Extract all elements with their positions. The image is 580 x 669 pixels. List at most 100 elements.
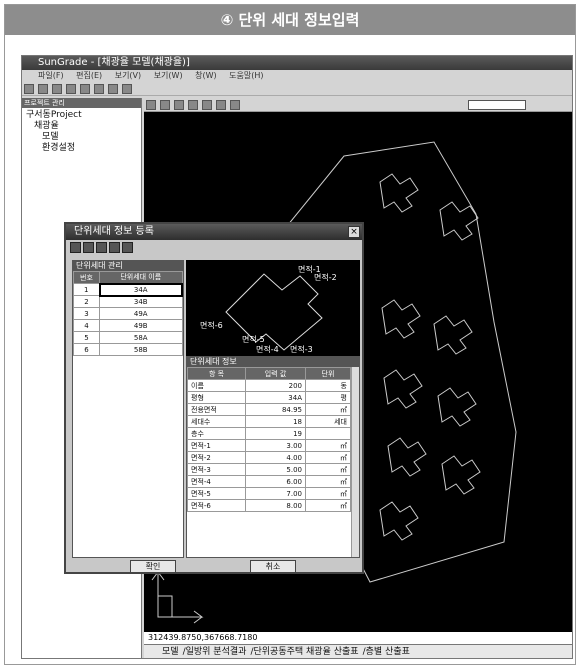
tab-floor-table[interactable]: 층별 산출표: [366, 647, 410, 657]
prop-row: 면적-6 8.00 ㎡: [187, 499, 351, 512]
tree-group[interactable]: 채광율: [26, 121, 137, 132]
prop-row: 면적-1 3.00 ㎡: [187, 439, 351, 452]
unit-row-no: 4: [73, 319, 100, 332]
grid-icon[interactable]: [216, 100, 226, 110]
area-label-3: 면적-3: [290, 344, 313, 354]
prop-row: 면적-2 4.00 ㎡: [187, 451, 351, 464]
save-icon[interactable]: [52, 84, 62, 94]
tree-model[interactable]: 모델: [26, 132, 137, 143]
unit-row-no: 1: [73, 283, 100, 296]
prop-row: 면적-5 7.00 ㎡: [187, 487, 351, 500]
prop-value[interactable]: 200: [245, 379, 306, 392]
list-icon[interactable]: [70, 242, 81, 253]
prop-unit: ㎡: [305, 439, 351, 452]
prop-item: 면적-3: [187, 463, 246, 476]
pan-icon[interactable]: [188, 100, 198, 110]
unit-row[interactable]: 2 34B: [73, 295, 183, 308]
menu-view[interactable]: 보기(V): [115, 71, 141, 80]
prop-value[interactable]: 6.00: [245, 475, 306, 488]
tab-unit-table[interactable]: 단위공동주택 채광율 산출표: [253, 647, 358, 657]
tree-project[interactable]: 구서동Project: [26, 110, 137, 121]
paste-icon[interactable]: [94, 84, 104, 94]
unit-row[interactable]: 5 58A: [73, 331, 183, 344]
layer-select[interactable]: [468, 100, 526, 110]
unit-row-name[interactable]: 58B: [99, 343, 183, 356]
prop-row: 전용면적 84.95 ㎡: [187, 403, 351, 416]
unit-row-name[interactable]: 49B: [99, 319, 183, 332]
prop-item: 면적-5: [187, 487, 246, 500]
prop-unit: [305, 427, 351, 440]
open-icon[interactable]: [38, 84, 48, 94]
close-icon[interactable]: ×: [348, 226, 360, 238]
ucs-axis-icon: [151, 570, 204, 624]
view-tool-icon[interactable]: [146, 100, 156, 110]
unit-row[interactable]: 6 58B: [73, 343, 183, 356]
prop-unit: ㎡: [305, 451, 351, 464]
prop-item: 세대수: [187, 415, 246, 428]
coordinate-readout: 312439.8750,367668.7180: [144, 632, 572, 644]
tab-model[interactable]: 모델: [162, 647, 179, 657]
figure-frame: ④ 단위 세대 정보입력 SunGrade - [채광율 모델(채광율)] 파일…: [4, 4, 576, 665]
help-icon[interactable]: [122, 242, 133, 253]
zoom-in-icon[interactable]: [160, 100, 170, 110]
layer-icon[interactable]: [230, 100, 240, 110]
import-icon[interactable]: [83, 242, 94, 253]
prop-item: 층수: [187, 427, 246, 440]
help-icon[interactable]: [122, 84, 132, 94]
zoom-out-icon[interactable]: [174, 100, 184, 110]
building-footprints: [379, 173, 481, 541]
ok-button[interactable]: 확인: [130, 560, 176, 573]
prop-value[interactable]: 8.00: [245, 499, 306, 512]
unit-row[interactable]: 3 49A: [73, 307, 183, 320]
unit-row-no: 2: [73, 295, 100, 308]
menu-file[interactable]: 파일(F): [38, 71, 64, 80]
unit-row-no: 6: [73, 343, 100, 356]
new-icon[interactable]: [24, 84, 34, 94]
vertical-scrollbar[interactable]: [351, 367, 359, 557]
prop-value[interactable]: 18: [245, 415, 306, 428]
area-label-5: 면적-5: [242, 334, 265, 344]
prop-value[interactable]: 7.00: [245, 487, 306, 500]
unit-row-no: 3: [73, 307, 100, 320]
unit-row-name[interactable]: 34A: [98, 282, 183, 297]
cut-icon[interactable]: [66, 84, 76, 94]
menu-help[interactable]: 도움말(H): [229, 71, 263, 80]
menu-bar: 파일(F) 편집(E) 보기(V) 보기(W) 창(W) 도움말(H): [22, 70, 572, 82]
dialog-title-text: 단위세대 정보 등록: [74, 226, 154, 237]
tab-analysis[interactable]: 일방위 분석결과: [186, 647, 247, 657]
app-window: SunGrade - [채광율 모델(채광율)] 파일(F) 편집(E) 보기(…: [21, 55, 573, 659]
prop-unit: ㎡: [305, 463, 351, 476]
prop-item: 평형: [187, 391, 246, 404]
prop-value[interactable]: 3.00: [245, 439, 306, 452]
tree-settings[interactable]: 환경설정: [26, 143, 137, 154]
prop-unit: ㎡: [305, 475, 351, 488]
menu-window[interactable]: 창(W): [195, 71, 217, 80]
prop-unit: ㎡: [305, 403, 351, 416]
unit-row-name[interactable]: 58A: [99, 331, 183, 344]
prop-unit: ㎡: [305, 487, 351, 500]
cancel-button[interactable]: 취소: [250, 560, 296, 573]
menu-edit[interactable]: 편집(E): [76, 71, 102, 80]
unit-row[interactable]: 4 49B: [73, 319, 183, 332]
unit-row-name[interactable]: 34B: [99, 295, 183, 308]
prop-unit: 동: [305, 379, 351, 392]
prop-value[interactable]: 5.00: [245, 463, 306, 476]
save-icon[interactable]: [96, 242, 107, 253]
copy-icon[interactable]: [80, 84, 90, 94]
dialog-toolbar: [66, 240, 362, 256]
prop-item: 면적-4: [187, 475, 246, 488]
prop-value[interactable]: 84.95: [245, 403, 306, 416]
print-icon[interactable]: [108, 84, 118, 94]
prop-row: 면적-4 6.00 ㎡: [187, 475, 351, 488]
menu-view2[interactable]: 보기(W): [154, 71, 183, 80]
rotate-icon[interactable]: [202, 100, 212, 110]
prop-value[interactable]: 34A: [245, 391, 306, 404]
unit-row[interactable]: 1 34A: [73, 282, 183, 297]
prop-row: 세대수 18 세대: [187, 415, 351, 428]
prop-unit: 세대: [305, 415, 351, 428]
unit-row-name[interactable]: 49A: [99, 307, 183, 320]
prop-value[interactable]: 19: [245, 427, 306, 440]
save-as-icon[interactable]: [109, 242, 120, 253]
prop-value[interactable]: 4.00: [245, 451, 306, 464]
col-value: 입력 값: [245, 367, 306, 380]
